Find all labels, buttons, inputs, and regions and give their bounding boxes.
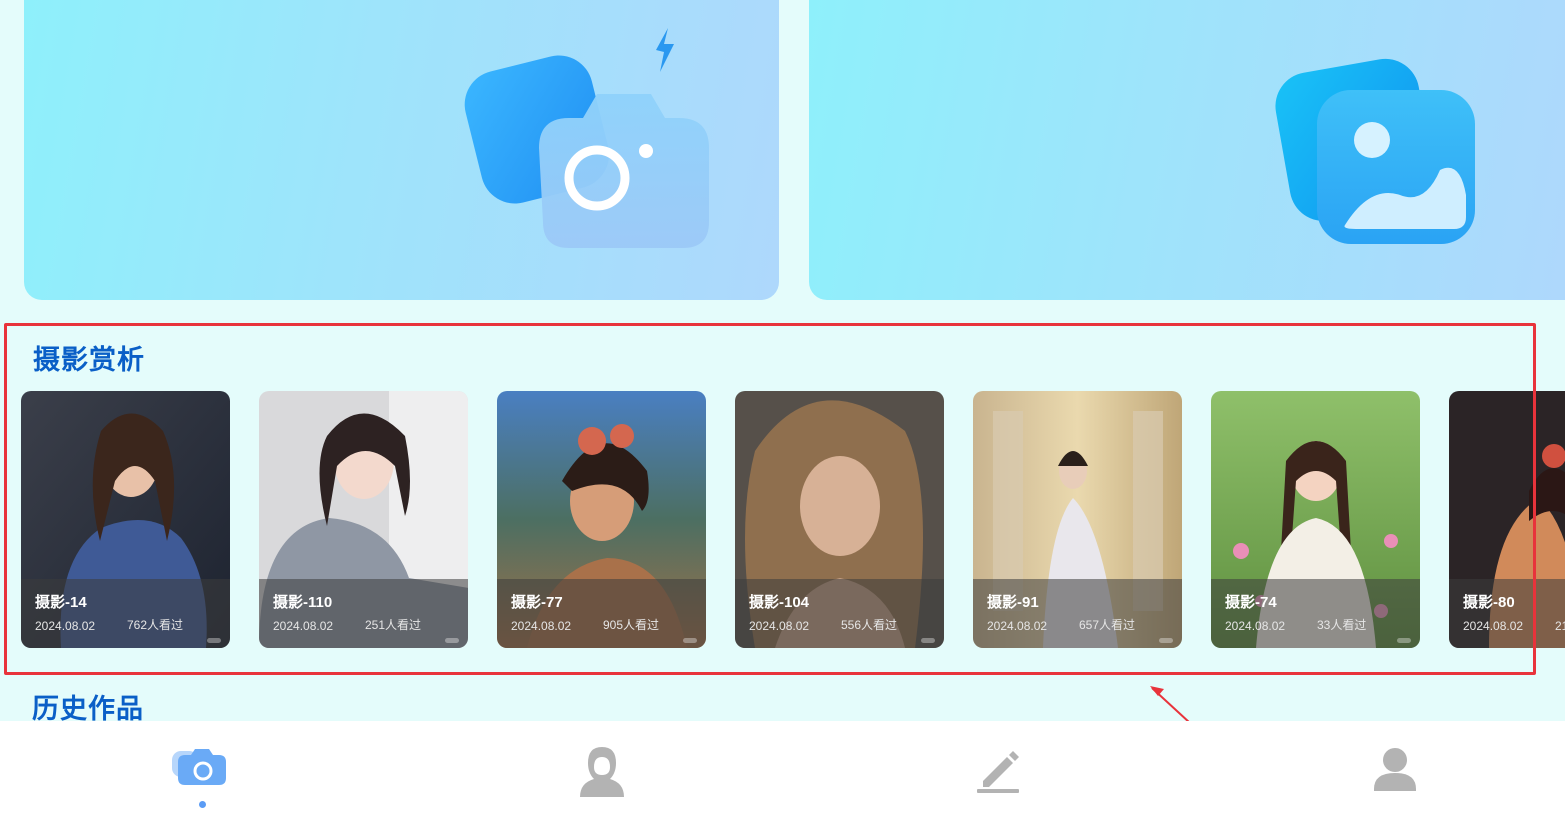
tab-edit[interactable] <box>973 743 1033 813</box>
photo-card[interactable]: 摄影-91 2024.08.02 657人看过 <box>973 391 1182 648</box>
photo-card[interactable]: 摄影-14 2024.08.02 762人看过 <box>21 391 230 648</box>
card-date: 2024.08.02 <box>987 619 1048 633</box>
card-title: 摄影-104 <box>749 594 810 611</box>
camera-feature-card[interactable] <box>24 0 779 300</box>
card-views: 21 <box>1555 619 1565 633</box>
image-icon <box>1275 58 1475 244</box>
camera-icon <box>172 749 226 785</box>
card-indicator <box>1397 638 1411 643</box>
gallery-carousel[interactable]: 摄影-14 2024.08.02 762人看过 摄影-110 2024.08.0… <box>0 391 1565 649</box>
photo-card[interactable]: 摄影-110 2024.08.02 251人看过 <box>259 391 468 648</box>
photo-card[interactable]: 摄影-104 2024.08.02 556人看过 <box>735 391 944 648</box>
card-indicator <box>445 638 459 643</box>
card-date: 2024.08.02 <box>35 619 96 633</box>
pencil-icon <box>977 751 1019 793</box>
card-date: 2024.08.02 <box>273 619 334 633</box>
card-title: 摄影-80 <box>1463 594 1515 611</box>
card-caption-overlay <box>735 579 944 648</box>
card-caption-overlay <box>1211 579 1420 648</box>
bottom-tab-bar <box>0 721 1565 840</box>
card-caption-overlay <box>1449 579 1565 648</box>
photo-card[interactable]: 摄影-74 2024.08.02 33人看过 <box>1211 391 1420 648</box>
active-tab-indicator <box>199 801 206 808</box>
tab-profile[interactable] <box>1370 743 1430 813</box>
card-title: 摄影-91 <box>987 594 1039 611</box>
card-date: 2024.08.02 <box>511 619 572 633</box>
card-views: 251人看过 <box>365 618 422 632</box>
card-title: 摄影-110 <box>273 594 333 611</box>
card-views: 33人看过 <box>1317 618 1367 632</box>
tab-portrait[interactable] <box>577 743 637 813</box>
card-date: 2024.08.02 <box>749 619 810 633</box>
card-title: 摄影-77 <box>511 594 563 611</box>
card-caption-overlay <box>497 579 706 648</box>
card-caption-overlay <box>21 579 230 648</box>
card-indicator <box>683 638 697 643</box>
gallery-feature-card[interactable] <box>809 0 1565 300</box>
user-icon <box>1374 748 1416 791</box>
tab-camera[interactable] <box>172 743 232 813</box>
card-views: 657人看过 <box>1079 618 1136 632</box>
photo-card[interactable]: 摄影-77 2024.08.02 905人看过 <box>497 391 706 648</box>
camera-icon <box>464 28 709 248</box>
card-caption-overlay <box>973 579 1182 648</box>
card-views: 556人看过 <box>841 618 898 632</box>
card-views: 905人看过 <box>603 618 660 632</box>
card-date: 2024.08.02 <box>1463 619 1524 633</box>
card-indicator <box>1159 638 1173 643</box>
card-title: 摄影-74 <box>1225 594 1277 611</box>
photo-card[interactable]: 摄影-80 2024.08.02 21 <box>1449 391 1565 648</box>
card-indicator <box>207 638 221 643</box>
card-indicator <box>921 638 935 643</box>
card-views: 762人看过 <box>127 618 184 632</box>
card-caption-overlay <box>259 579 468 648</box>
portrait-icon <box>580 747 624 797</box>
gallery-section-title: 摄影赏析 <box>33 345 145 375</box>
card-title: 摄影-14 <box>35 594 87 611</box>
card-date: 2024.08.02 <box>1225 619 1286 633</box>
